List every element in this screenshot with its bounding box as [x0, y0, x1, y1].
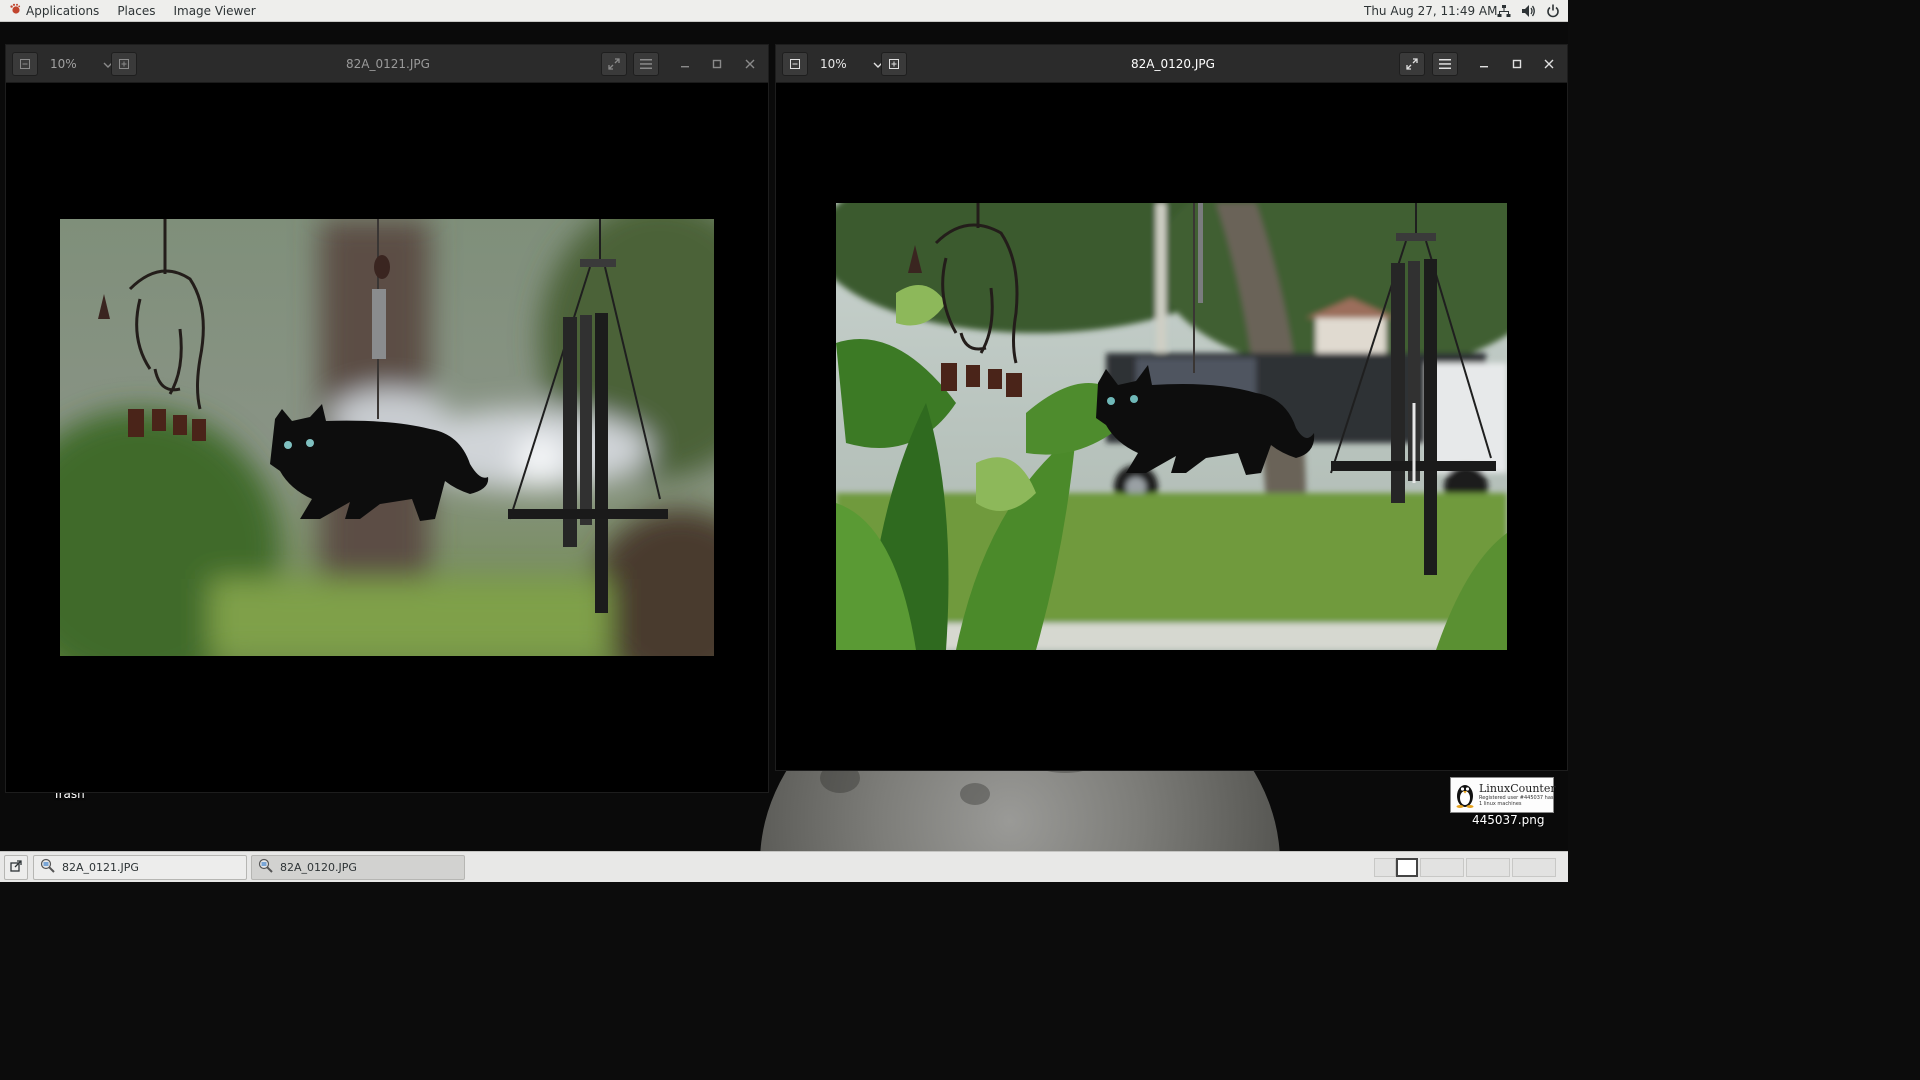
image-viewer-icon: [40, 858, 56, 877]
hamburger-menu-button[interactable]: [1432, 52, 1458, 76]
tux-icon: [1455, 782, 1475, 808]
zoom-level: 10%: [50, 57, 77, 71]
applications-menu[interactable]: Applications: [0, 0, 108, 21]
places-menu[interactable]: Places: [108, 0, 164, 21]
window-title: 82A_0121.JPG: [346, 57, 430, 71]
workspace-1[interactable]: [1374, 858, 1396, 877]
taskbar: 82A_0121.JPG 82A_0120.JPG: [0, 851, 1568, 882]
image-viewer-icon: [258, 858, 274, 877]
image-viewer-label: Image Viewer: [173, 3, 256, 18]
window-title: 82A_0120.JPG: [1131, 57, 1215, 71]
close-button[interactable]: [742, 56, 758, 72]
top-menu: Applications Places Image Viewer: [0, 0, 265, 21]
taskbar-item-82A_0121[interactable]: 82A_0121.JPG: [33, 855, 247, 880]
linuxcounter-thumbnail[interactable]: LinuxCounter Registered user #445037 has…: [1450, 777, 1556, 813]
top-bar: Applications Places Image Viewer Thu Aug…: [0, 0, 1568, 22]
window-header[interactable]: 10% 82A_0120.JPG: [776, 45, 1567, 83]
taskbar-item-82A_0120[interactable]: 82A_0120.JPG: [251, 855, 465, 880]
close-button[interactable]: [1541, 56, 1557, 72]
image-viewer-menu[interactable]: Image Viewer: [164, 0, 264, 21]
image-display[interactable]: [836, 203, 1507, 650]
volume-icon[interactable]: [1521, 4, 1536, 18]
image-viewer-window-2[interactable]: 10% 82A_0120.JPG: [775, 44, 1568, 771]
image-display[interactable]: [60, 219, 714, 656]
zoom-out-button[interactable]: [782, 52, 808, 76]
workspace-4[interactable]: [1512, 858, 1556, 877]
file-icon-label[interactable]: 445037.png: [1472, 813, 1544, 827]
image-viewer-window-1[interactable]: 10% 82A_0121.JPG: [5, 44, 769, 793]
show-desktop-icon: [10, 860, 22, 875]
fullscreen-button[interactable]: [1399, 52, 1425, 76]
system-tray[interactable]: [1497, 0, 1560, 22]
zoom-in-button[interactable]: [111, 52, 137, 76]
maximize-button[interactable]: [1509, 56, 1525, 72]
linuxcounter-title: LinuxCounter: [1479, 782, 1556, 795]
workspace-2[interactable]: [1420, 858, 1464, 877]
minimize-button[interactable]: [1476, 56, 1492, 72]
photo-cat-chimes-garden: [836, 203, 1507, 650]
window-header[interactable]: 10% 82A_0121.JPG: [6, 45, 768, 83]
minimize-button[interactable]: [677, 56, 693, 72]
zoom-out-button[interactable]: [12, 52, 38, 76]
photo-cat-chimes-blurred: [60, 219, 714, 656]
taskbar-item-label: 82A_0120.JPG: [280, 861, 357, 874]
zoom-in-button[interactable]: [881, 52, 907, 76]
applications-label: Applications: [26, 3, 100, 18]
zoom-level-selector[interactable]: 10%: [820, 52, 883, 76]
zoom-level: 10%: [820, 57, 847, 71]
network-icon[interactable]: [1497, 4, 1511, 18]
clock[interactable]: Thu Aug 27, 11:49 AM: [1364, 0, 1497, 22]
maximize-button[interactable]: [709, 56, 725, 72]
hamburger-menu-button[interactable]: [633, 52, 659, 76]
linuxcounter-caption: Registered user #445037 has 1 linux mach…: [1479, 795, 1554, 807]
workspace-3[interactable]: [1466, 858, 1510, 877]
places-label: Places: [117, 3, 156, 18]
zoom-level-selector[interactable]: 10%: [50, 52, 113, 76]
show-desktop-button[interactable]: [4, 855, 28, 880]
fullscreen-button[interactable]: [601, 52, 627, 76]
workspace-1-active[interactable]: [1396, 858, 1418, 877]
gnome-foot-icon: [9, 3, 21, 18]
power-icon[interactable]: [1546, 4, 1560, 18]
taskbar-item-label: 82A_0121.JPG: [62, 861, 139, 874]
